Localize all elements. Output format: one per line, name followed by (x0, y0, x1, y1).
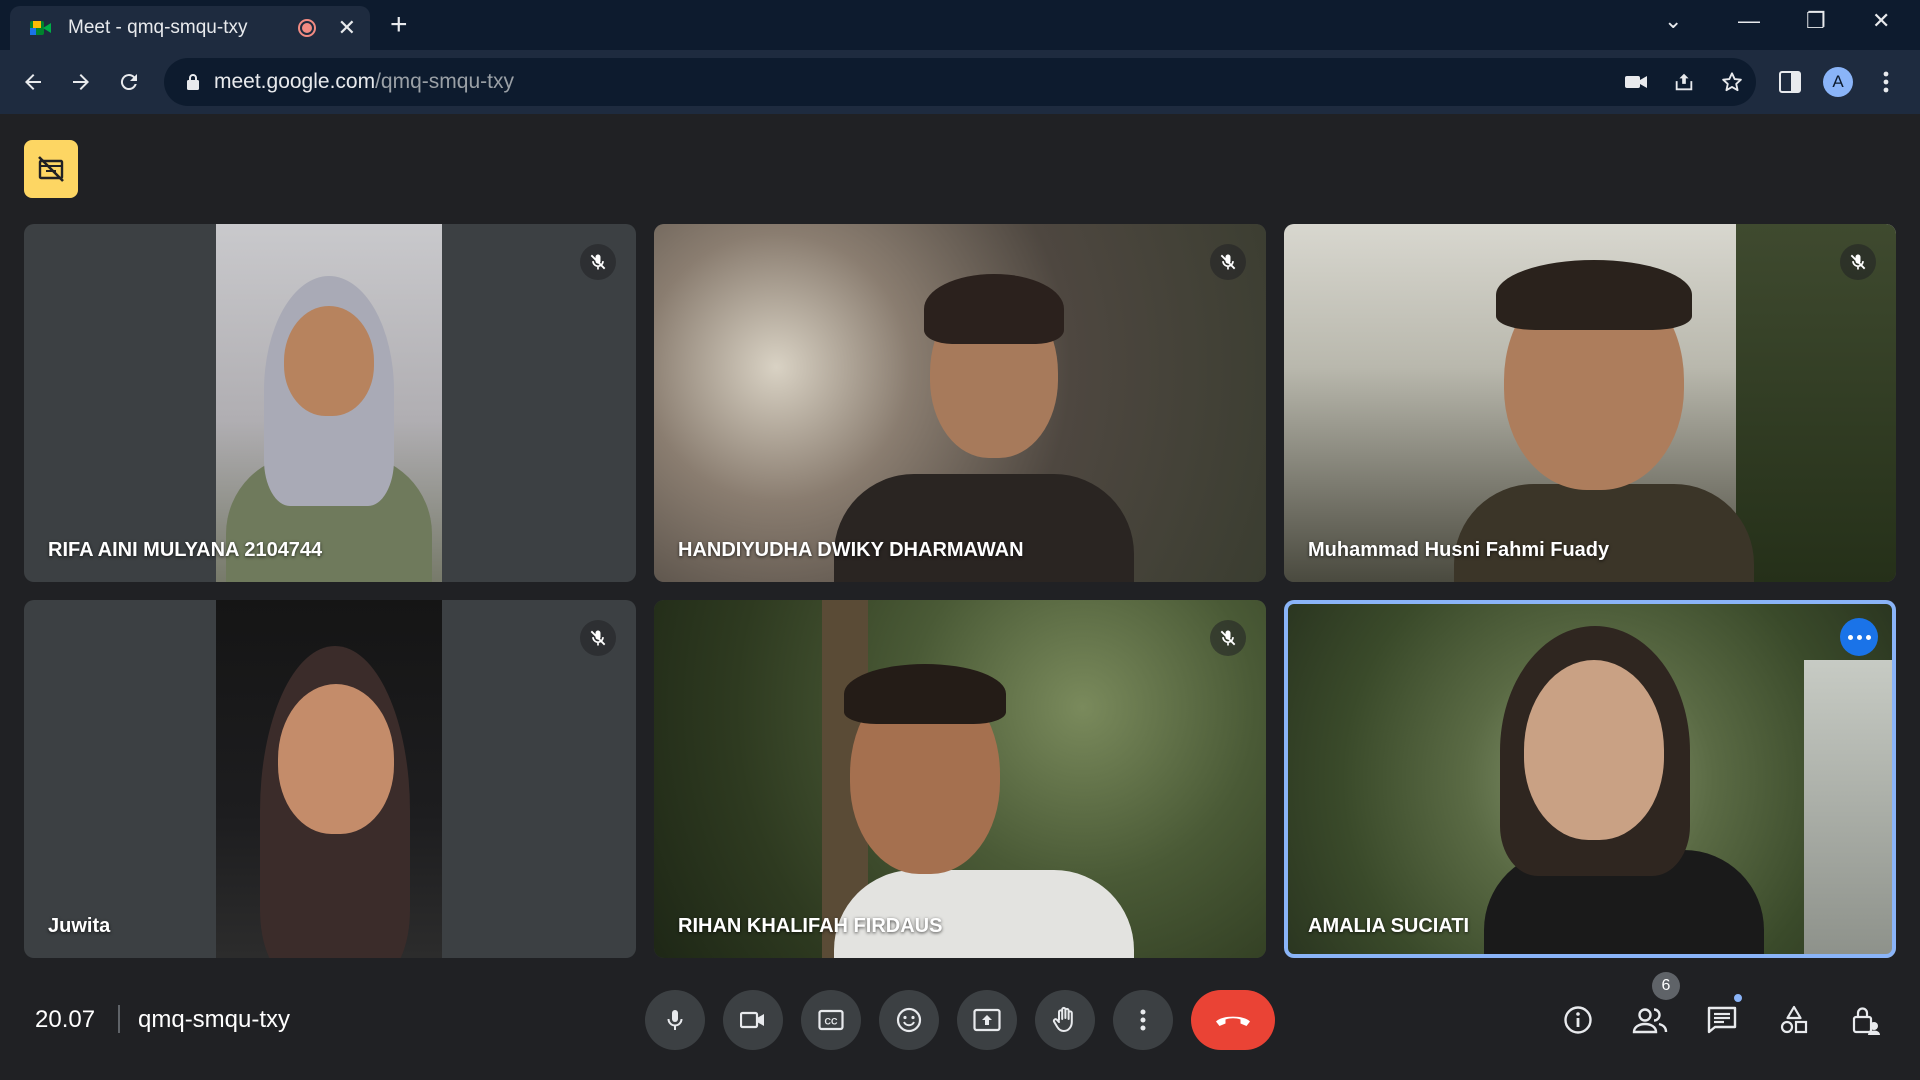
more-options-button[interactable] (1113, 990, 1173, 1050)
share-icon[interactable] (1672, 70, 1696, 94)
participant-tile[interactable]: HANDIYUDHA DWIKY DHARMAWAN (654, 224, 1266, 582)
participant-count-badge: 6 (1652, 972, 1680, 1000)
participant-video (216, 224, 442, 582)
people-button[interactable] (1626, 996, 1674, 1044)
new-message-dot (1732, 992, 1744, 1004)
meet-favicon-icon (30, 17, 52, 39)
tab-close-icon[interactable]: ✕ (338, 17, 356, 39)
participant-tile[interactable]: RIHAN KHALIFAH FIRDAUS (654, 600, 1266, 958)
participant-name: RIHAN KHALIFAH FIRDAUS (678, 915, 943, 937)
lock-person-icon (1852, 1007, 1880, 1035)
tab-search-icon[interactable]: ⌄ (1664, 8, 1682, 34)
svg-text:CC: CC (825, 1017, 838, 1027)
avatar: A (1823, 67, 1853, 97)
meeting-details-button[interactable] (1554, 996, 1602, 1044)
participant-video (216, 600, 442, 958)
participant-name: Muhammad Husni Fahmi Fuady (1308, 539, 1610, 561)
raise-hand-button[interactable] (1035, 990, 1095, 1050)
participant-tile[interactable]: Juwita (24, 600, 636, 958)
recording-indicator-icon (297, 19, 316, 37)
participant-tile[interactable]: Muhammad Husni Fahmi Fuady (1284, 224, 1896, 582)
divider (118, 1005, 120, 1033)
participant-tile-active[interactable]: AMALIA SUCIATI (1284, 600, 1896, 958)
mic-off-icon (1840, 244, 1876, 280)
close-window-button[interactable]: ✕ (1872, 8, 1890, 34)
participant-name: HANDIYUDHA DWIKY DHARMAWAN (678, 539, 1024, 561)
tab-strip: Meet - qmq-smqu-txy ✕ + ⌄ — ❐ ✕ (0, 0, 1920, 50)
minimize-button[interactable]: — (1738, 8, 1760, 34)
meeting-time: 20.07 (35, 1006, 96, 1033)
tab-title: Meet - qmq-smqu-txy (68, 17, 248, 38)
more-options-button[interactable] (1840, 618, 1878, 656)
mic-off-icon (1210, 620, 1246, 656)
present-screen-button[interactable] (957, 990, 1017, 1050)
address-bar[interactable]: meet.google.com/qmq-smqu-txy (164, 58, 1756, 106)
emoji-icon (896, 1007, 922, 1033)
videocam-icon (740, 1011, 764, 1029)
more-vert-icon (1140, 1009, 1146, 1031)
browser-toolbar: meet.google.com/qmq-smqu-txy A (0, 50, 1920, 114)
camera-button[interactable] (723, 990, 783, 1050)
hand-icon (1052, 1006, 1073, 1032)
call-end-icon (1216, 1016, 1250, 1026)
people-icon (1632, 1008, 1668, 1034)
url-text: meet.google.com/qmq-smqu-txy (214, 70, 514, 93)
profile-avatar[interactable]: A (1822, 66, 1854, 98)
activities-icon (1780, 1005, 1808, 1034)
participant-tile[interactable]: RIFA AINI MULYANA 2104744 (24, 224, 636, 582)
microphone-button[interactable] (645, 990, 705, 1050)
reactions-button[interactable] (879, 990, 939, 1050)
lock-icon[interactable] (182, 71, 204, 93)
participant-name: RIFA AINI MULYANA 2104744 (48, 539, 323, 561)
closed-captions-icon: CC (818, 1009, 844, 1031)
participant-video (654, 600, 1266, 958)
chat-icon (1707, 1006, 1737, 1034)
restore-button[interactable]: ❐ (1806, 8, 1826, 34)
participant-video (654, 224, 1266, 582)
browser-tab[interactable]: Meet - qmq-smqu-txy ✕ (10, 6, 370, 50)
participant-name: AMALIA SUCIATI (1308, 915, 1470, 937)
participant-video (1284, 224, 1896, 582)
mic-off-icon (580, 620, 616, 656)
present-to-all-icon (973, 1008, 1001, 1032)
mic-off-icon (580, 244, 616, 280)
back-arrow-icon[interactable] (17, 66, 49, 98)
meeting-code: qmq-smqu-txy (138, 1006, 291, 1033)
side-panel-icon[interactable] (1774, 66, 1806, 98)
info-icon (1564, 1006, 1592, 1034)
captions-button[interactable]: CC (801, 990, 861, 1050)
bookmark-star-icon[interactable] (1720, 70, 1744, 94)
participant-video (1284, 600, 1896, 958)
host-controls-button[interactable] (1842, 996, 1890, 1044)
activities-button[interactable] (1770, 996, 1818, 1044)
mic-off-icon (1210, 244, 1246, 280)
camera-in-use-icon[interactable] (1624, 70, 1648, 94)
reload-icon[interactable] (113, 66, 145, 98)
leave-call-button[interactable] (1191, 990, 1275, 1050)
new-tab-button[interactable]: + (390, 10, 408, 40)
browser-menu-icon[interactable] (1870, 66, 1902, 98)
microphone-icon (667, 1010, 683, 1030)
participant-name: Juwita (48, 915, 111, 937)
forward-arrow-icon[interactable] (65, 66, 97, 98)
no-recording-notice-icon[interactable] (24, 140, 78, 198)
